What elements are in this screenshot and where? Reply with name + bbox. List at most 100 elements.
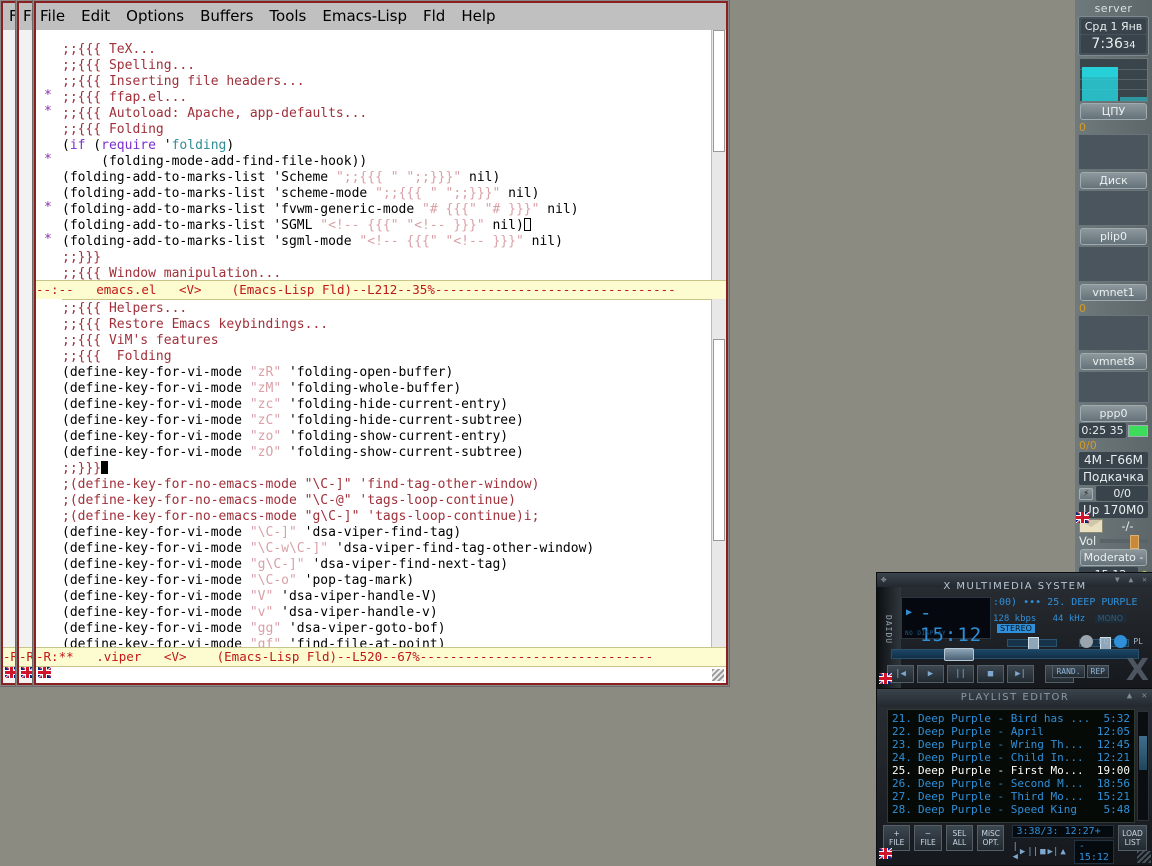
system-monitor-dock[interactable]: server Срд 1 Янв 7:3634 ЦПУ 0 Диск plip0…	[1075, 0, 1152, 620]
volume-slider[interactable]	[1100, 535, 1148, 549]
scrollbar-upper[interactable]	[711, 30, 726, 283]
list-item[interactable]: 21. Deep Purple - Bird has ... 5:32	[892, 712, 1130, 725]
volume-slider-xmms[interactable]	[1007, 637, 1057, 651]
position-thumb[interactable]	[944, 648, 974, 661]
code-line: (define-key-for-vi-mode "v" 'dsa-viper-h…	[62, 605, 438, 620]
playlist-scrollbar-thumb[interactable]	[1139, 736, 1147, 770]
plip0-button[interactable]: plip0	[1080, 228, 1147, 245]
remove-file-label-bottom: FILE	[920, 838, 936, 847]
mail-row[interactable]: -/-	[1079, 519, 1148, 533]
pl-label: PL	[1133, 637, 1143, 646]
repeat-button[interactable]: REP	[1086, 665, 1109, 678]
menu-item-help[interactable]: Help	[461, 7, 495, 25]
modeline-lower: -R:** .viper <V> (Emacs-Lisp Fld)--L520-…	[36, 647, 726, 667]
volume-thumb[interactable]	[1130, 535, 1140, 549]
mail-count: -/-	[1121, 519, 1134, 533]
list-item[interactable]: 28. Deep Purple - Speed King 5:48	[892, 803, 1130, 816]
pl-play-button[interactable]: ▶	[1020, 847, 1025, 857]
code-area-lower[interactable]: ;;{{{ Helpers... ;;{{{ Restore Emacs key…	[62, 299, 712, 649]
resize-grip[interactable]	[712, 669, 724, 681]
code-area-upper[interactable]: ;;{{{ TeX... ;;{{{ Spelling... ;;{{{ Ins…	[62, 30, 712, 283]
shuffle-button[interactable]: RAND.	[1052, 665, 1085, 678]
xmms-time-display[interactable]: ▶ - 15:12 NO DISPLAY	[901, 597, 991, 646]
menu-item-options[interactable]: Options	[126, 7, 184, 25]
ppp0-led-icon	[1128, 424, 1148, 437]
next-button[interactable]: ▶|	[1007, 665, 1034, 683]
list-item[interactable]: 24. Deep Purple - Child In... 12:21	[892, 751, 1130, 764]
pl-eject-button[interactable]: ▲	[1060, 847, 1065, 857]
list-item[interactable]: 27. Deep Purple - Third Mo... 15:21	[892, 790, 1130, 803]
xmms-transport[interactable]: |◀ ▶ || ■ ▶| ▲	[887, 665, 1074, 683]
scrollbar-thumb-upper[interactable]	[713, 30, 725, 152]
list-item[interactable]: 22. Deep Purple - April 12:05	[892, 725, 1130, 738]
player-name-button[interactable]: Moderato -	[1080, 549, 1147, 566]
select-all-button[interactable]: SEL ALL	[945, 825, 974, 851]
emacs-window-upper[interactable]: * * * * * ;;{{{ TeX... ;;{{{ Spelling...…	[36, 30, 726, 283]
code-line: (folding-add-to-marks-list 'fvwm-generic…	[62, 202, 579, 217]
playlist-window-controls[interactable]: ▲ ✕	[1127, 691, 1149, 701]
xmms-eq-pl-group[interactable]: EQ PL	[1079, 635, 1143, 648]
battery-icon: ⚡	[1079, 487, 1094, 500]
ppp0-button[interactable]: ppp0	[1080, 405, 1147, 422]
item-duration: 5:48	[1103, 803, 1131, 816]
clock-panel[interactable]: Срд 1 Янв 7:3634	[1078, 16, 1149, 56]
mono-badge: MONO	[1094, 614, 1127, 623]
list-item-current[interactable]: 25. Deep Purple - First Mo... 19:00	[892, 764, 1130, 777]
stop-button[interactable]: ■	[977, 665, 1004, 683]
code-line: ;;}}}	[62, 461, 712, 477]
menubar-main[interactable]: File Edit Options Buffers Tools Emacs-Li…	[34, 1, 728, 31]
scrollbar-lower[interactable]	[711, 299, 726, 649]
code-line: (define-key-for-vi-mode "zR" 'folding-op…	[62, 365, 454, 380]
misc-options-button[interactable]: MiSC OPT.	[977, 825, 1005, 851]
playlist-transport[interactable]: |◀ ▶ || ■ ▶| ▲ - 15:12	[1012, 840, 1114, 864]
item-number: 25.	[892, 764, 912, 777]
play-button[interactable]: ▶	[917, 665, 944, 683]
vmnet8-button[interactable]: vmnet8	[1080, 353, 1147, 370]
load-list-button[interactable]: LOAD LIST	[1117, 825, 1148, 851]
load-label-bottom: LIST	[1124, 838, 1141, 847]
xmms-time: - 15:12	[920, 602, 983, 646]
menu-item-emacs-lisp[interactable]: Emacs-Lisp	[322, 7, 407, 25]
playlist-items[interactable]: 21. Deep Purple - Bird has ... 5:32 22. Dee…	[887, 709, 1135, 823]
pl-prev-button[interactable]: |◀	[1012, 842, 1017, 862]
scrollbar-thumb-lower[interactable]	[713, 339, 725, 541]
menu-item-fld[interactable]: Fld	[423, 7, 445, 25]
remove-file-button[interactable]: − FILE	[914, 825, 942, 851]
emacs-window-lower[interactable]: ;;{{{ Helpers... ;;{{{ Restore Emacs key…	[36, 299, 726, 649]
list-item[interactable]: 23. Deep Purple - Wring Th... 12:45	[892, 738, 1130, 751]
menu-item-file[interactable]: File	[40, 7, 65, 25]
cpu-button[interactable]: ЦПУ	[1080, 103, 1147, 120]
playlist-resize-grip[interactable]	[1137, 851, 1151, 863]
menu-item-buffers[interactable]: Buffers	[200, 7, 253, 25]
text-cursor	[523, 218, 531, 231]
pl-pause-button[interactable]: ||	[1027, 847, 1038, 857]
menu-item-edit[interactable]: Edit	[81, 7, 110, 25]
code-line: (define-key-for-vi-mode "zo" 'folding-sh…	[62, 429, 509, 444]
cpu-value: 0	[1079, 121, 1086, 134]
code-line: (folding-add-to-marks-list 'scheme-mode …	[62, 186, 540, 201]
vmnet1-button[interactable]: vmnet1	[1080, 284, 1147, 301]
list-item[interactable]: 26. Deep Purple - Second M... 18:56	[892, 777, 1130, 790]
playlist-scrollbar[interactable]	[1137, 711, 1149, 821]
pause-button[interactable]: ||	[947, 665, 974, 683]
pl-stop-button[interactable]: ■	[1040, 847, 1045, 857]
emacs-frame-main[interactable]: File Edit Options Buffers Tools Emacs-Li…	[33, 0, 729, 686]
xmms-shuffle-repeat[interactable]: RAND. REP	[1052, 665, 1109, 678]
disk-graph	[1078, 134, 1149, 170]
player-name: Moderato -	[1083, 551, 1144, 564]
disk-button[interactable]: Диск	[1080, 172, 1147, 189]
eq-toggle[interactable]	[1079, 635, 1093, 648]
add-file-label-top: +	[893, 829, 900, 838]
volume-row[interactable]: Vol	[1079, 534, 1148, 549]
pl-next-button[interactable]: ▶|	[1048, 847, 1059, 857]
code-line: (define-key-for-vi-mode "zc" 'folding-hi…	[62, 397, 509, 412]
xmms-player-window[interactable]: ▼ ▲ ✕ ✥ X MULTIMEDIA SYSTEM DAIDU ▶ - 15…	[876, 572, 1152, 690]
code-line: (folding-add-to-marks-list 'Scheme ";;{{…	[62, 170, 501, 185]
code-line: ;;{{{ Spelling...	[62, 58, 196, 73]
position-slider[interactable]	[891, 648, 1139, 661]
pl-toggle[interactable]	[1114, 635, 1128, 648]
emacs-body: * * * * * ;;{{{ TeX... ;;{{{ Spelling...…	[36, 30, 726, 683]
menu-item-tools[interactable]: Tools	[269, 7, 306, 25]
playlist-toolbar[interactable]: + FILE − FILE SEL ALL MiSC OPT. 3:38/3: …	[883, 825, 1148, 864]
playlist-editor-window[interactable]: PLAYLIST EDITOR ▲ ✕ 21. Deep Purple - Bir…	[876, 688, 1152, 866]
